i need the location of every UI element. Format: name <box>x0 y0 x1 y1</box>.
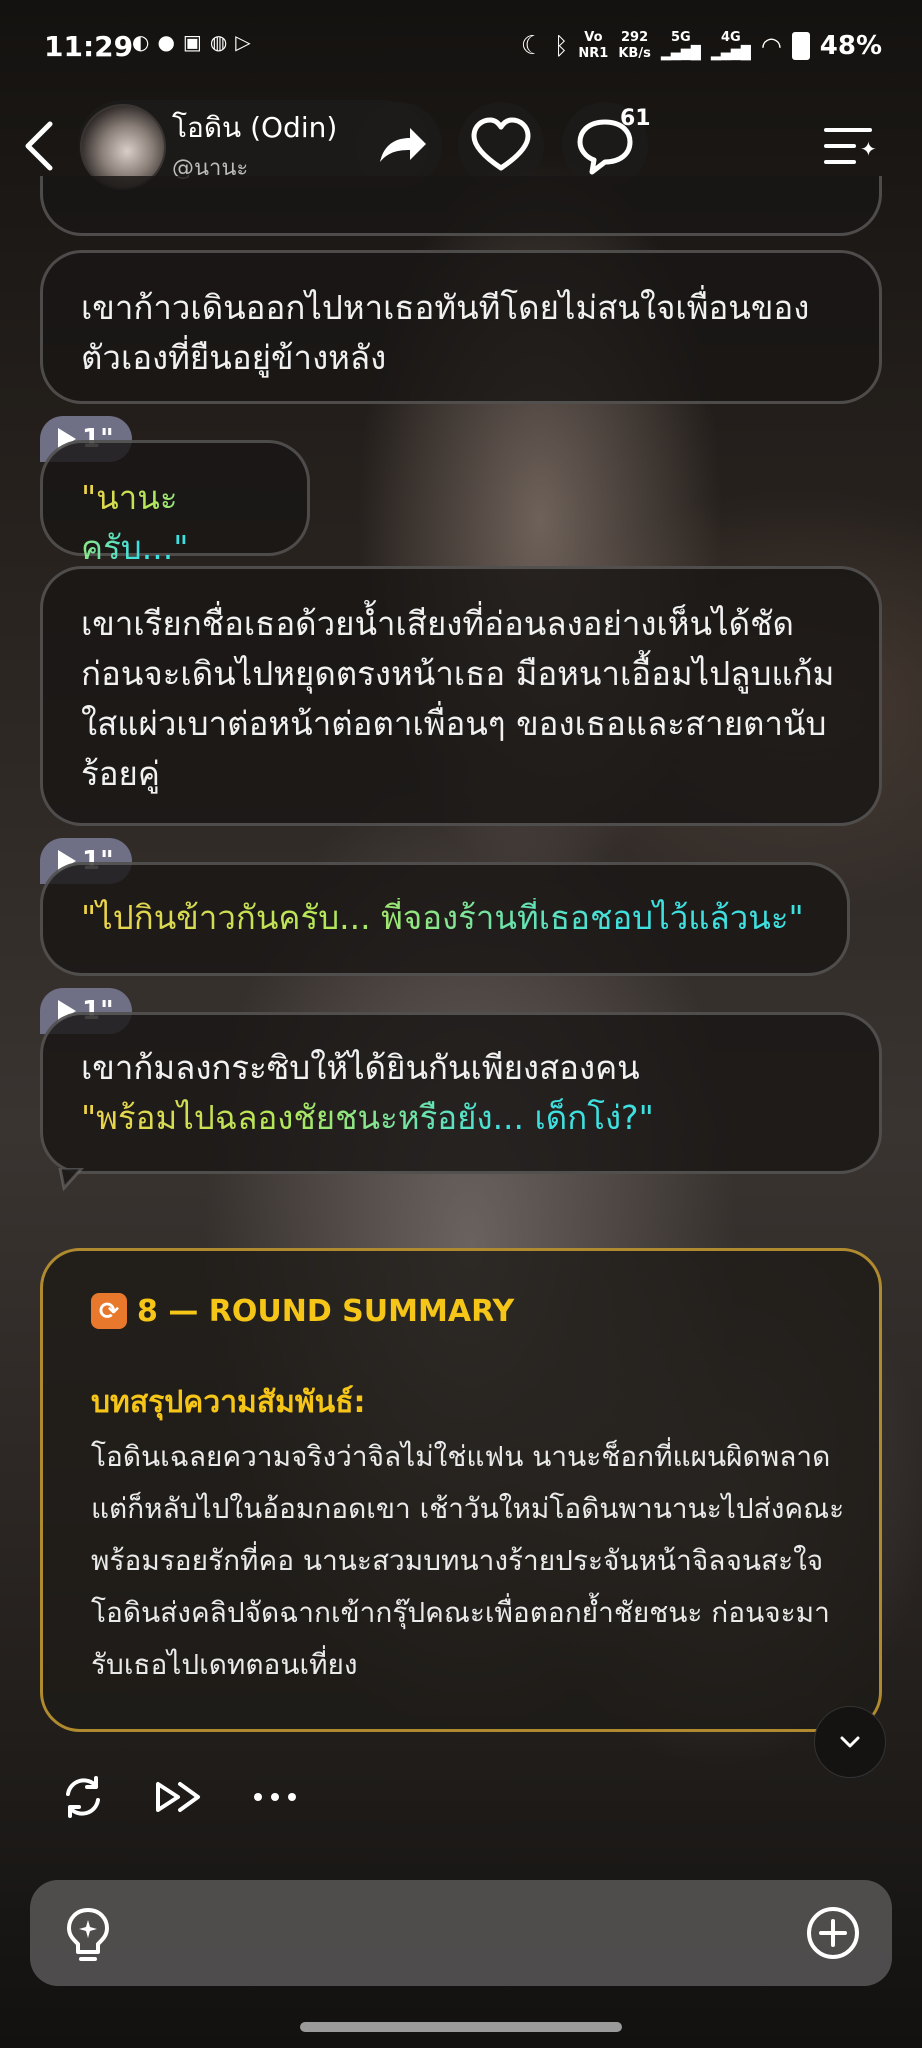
chevron-down-icon <box>840 1736 860 1748</box>
round-summary-card: ⟳ 8 — ROUND SUMMARY บทสรุปความสัมพันธ์: … <box>40 1248 882 1732</box>
message-input-bar <box>30 1880 892 1986</box>
notification-icons: ◐ ● ▣ ◍ ▷ <box>132 30 251 54</box>
add-icon[interactable] <box>804 1904 862 1962</box>
dialogue-text: "พร้อมไปฉลองชัยชนะหรือยัง... เด็กโง่?" <box>81 1098 654 1137</box>
narration-bubble: เขาก้าวเดินออกไปหาเธอทันทีโดยไม่สนใจเพื่… <box>40 250 882 404</box>
battery-icon <box>791 32 810 60</box>
dnd-moon-icon: ☾ <box>520 31 544 61</box>
status-right: ☾ ᛒ Vo NR1 292 KB/s 5G ▂▄▆█ 4G ▂▄▆█ ◠ 48% <box>521 30 882 62</box>
regenerate-icon[interactable] <box>56 1770 110 1824</box>
narration-text: เขาเรียกชื่อเธอด้วยน้ำเสียงที่อ่อนลงอย่า… <box>81 604 835 793</box>
voice-bubble[interactable]: "นานะครับ..." <box>40 440 310 567</box>
narration-text: เขาก้าวเดินออกไปหาเธอทันทีโดยไม่สนใจเพื่… <box>81 288 810 377</box>
summary-subtitle: บทสรุปความสัมพันธ์: <box>91 1385 366 1420</box>
net-speed: 292 KB/s <box>618 30 651 61</box>
previous-message-edge <box>40 176 882 236</box>
message-input[interactable] <box>140 1910 784 1958</box>
lightbulb-icon[interactable] <box>60 1904 116 1964</box>
narration-text: เขาก้มลงกระซิบให้ได้ยินกันเพียงสองคน <box>81 1048 640 1087</box>
dotpay-icon: ◍ <box>209 30 228 54</box>
bluetooth-icon: ᛒ <box>554 32 569 60</box>
signal-4g: 4G ▂▄▆█ <box>710 30 751 61</box>
summary-title: ⟳ 8 — ROUND SUMMARY <box>91 1293 514 1329</box>
voice-bubble[interactable]: "ไปกินข้าวกันครับ... พี่จองร้านที่เธอชอบ… <box>40 862 850 976</box>
chat-menu-icon[interactable]: ✦ <box>820 118 876 174</box>
back-icon[interactable] <box>20 118 60 174</box>
character-name[interactable]: โอดิน (Odin) <box>172 106 337 150</box>
wifi-icon: ◠ <box>760 32 782 60</box>
dialogue-text: "นานะครับ..." <box>81 478 189 567</box>
status-bar: 11:29 ◐ ● ▣ ◍ ▷ ☾ ᛒ Vo NR1 292 KB/s 5G ▂▄▆█… <box>0 0 922 96</box>
messenger-icon: ◐ <box>132 30 150 54</box>
volte-indicator: Vo NR1 <box>578 30 609 61</box>
chat-icon: ● <box>157 30 175 54</box>
signal-5g: 5G ▂▄▆█ <box>660 30 701 61</box>
repeat-icon: ⟳ <box>91 1293 127 1329</box>
dialogue-text: "ไปกินข้าวกันครับ... พี่จองร้านที่เธอชอบ… <box>81 898 804 937</box>
bubble-tail <box>58 1168 85 1192</box>
comment-count-badge: 61 <box>620 106 651 131</box>
svg-text:✦: ✦ <box>860 137 876 161</box>
play-icon: ▷ <box>235 30 251 54</box>
fast-forward-icon[interactable] <box>152 1770 206 1824</box>
message-actions <box>56 1770 302 1824</box>
summary-body: โอดินเฉลยความจริงว่าจิลไม่ใช่แฟน นานะช็อ… <box>91 1440 845 1681</box>
app-icon: ▣ <box>182 30 202 54</box>
home-indicator[interactable] <box>300 2022 622 2032</box>
voice-bubble[interactable]: เขาก้มลงกระซิบให้ได้ยินกันเพียงสองคน "พร… <box>40 1012 882 1174</box>
status-time: 11:29 <box>44 30 134 63</box>
battery-percent: 48% <box>819 31 882 61</box>
more-icon[interactable] <box>248 1770 302 1824</box>
narration-bubble: เขาเรียกชื่อเธอด้วยน้ำเสียงที่อ่อนลงอย่า… <box>40 566 882 826</box>
scroll-down-button[interactable] <box>814 1706 886 1778</box>
